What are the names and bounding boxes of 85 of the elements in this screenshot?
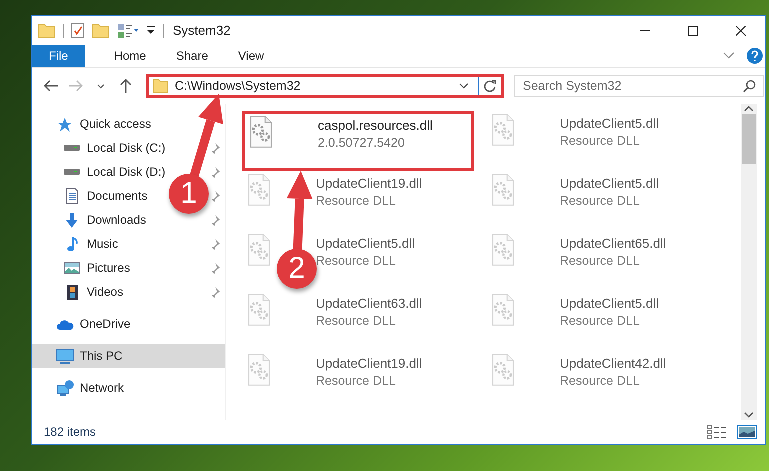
gear-file-icon[interactable] <box>248 294 270 326</box>
address-path: C:\Windows\System32 <box>175 79 302 93</box>
nav-item[interactable]: Quick access <box>80 117 152 131</box>
gear-file-icon[interactable] <box>492 294 514 326</box>
scrollbar[interactable] <box>741 104 757 420</box>
close-icon[interactable] <box>736 26 746 36</box>
monitor-icon <box>56 348 74 364</box>
file-detail: Resource DLL <box>560 254 641 268</box>
file-detail: Resource DLL <box>316 374 397 388</box>
file-name[interactable]: UpdateClient5.dll <box>560 116 660 131</box>
gear-file-icon[interactable] <box>248 234 270 266</box>
scrollbar-thumb[interactable] <box>742 114 756 164</box>
nav-item[interactable]: Music <box>87 237 118 251</box>
gear-file-icon[interactable] <box>248 174 270 206</box>
file-name[interactable]: UpdateClient5.dll <box>560 176 660 191</box>
ribbon-tab[interactable]: Home <box>99 45 162 67</box>
file-name[interactable]: UpdateClient19.dll <box>316 176 422 191</box>
dropdown-caret-icon[interactable] <box>146 24 156 36</box>
drive-icon <box>64 145 80 151</box>
nav-item[interactable]: Local Disk (C:) <box>87 141 166 155</box>
refresh-icon[interactable] <box>484 80 496 92</box>
properties-icon[interactable] <box>117 22 139 38</box>
cloud-icon <box>56 318 74 330</box>
forward-icon[interactable] <box>68 78 84 94</box>
ribbon-tab[interactable]: View <box>223 45 280 67</box>
file-detail: Resource DLL <box>316 194 397 208</box>
file-name[interactable]: UpdateClient5.dll <box>560 296 660 311</box>
nav-item[interactable]: Downloads <box>87 213 146 227</box>
folder-icon[interactable] <box>92 22 110 40</box>
gear-file-icon[interactable] <box>248 354 270 386</box>
scroll-up-icon[interactable] <box>744 104 754 114</box>
up-icon[interactable] <box>118 78 134 94</box>
file-detail: Resource DLL <box>560 134 641 148</box>
item-count: 182 items <box>44 425 96 439</box>
nav-item[interactable]: Videos <box>87 285 124 299</box>
step-number-badge: 1 <box>169 174 209 214</box>
file-detail: Resource DLL <box>316 314 397 328</box>
window-title: System32 <box>173 23 231 38</box>
file-name[interactable]: UpdateClient19.dll <box>316 356 422 371</box>
expand-ribbon-icon[interactable] <box>723 52 735 60</box>
folder-icon[interactable] <box>38 22 56 40</box>
network-icon <box>56 380 74 396</box>
nav-item[interactable]: This PC <box>80 349 123 363</box>
folder-icon <box>153 78 169 94</box>
file-detail: 2.0.50727.5420 <box>318 136 406 150</box>
file-detail: Resource DLL <box>560 194 641 208</box>
large-icons-view-icon[interactable] <box>737 424 757 440</box>
nav-item[interactable]: Network <box>80 381 124 395</box>
step-number-badge: 2 <box>277 249 317 289</box>
ribbon-tab[interactable]: Share <box>161 45 224 67</box>
music-note-icon <box>66 236 78 252</box>
nav-item[interactable]: Local Disk (D:) <box>87 165 166 179</box>
gear-file-icon[interactable] <box>492 114 514 146</box>
file-name[interactable]: UpdateClient65.dll <box>560 236 666 251</box>
back-icon[interactable] <box>42 78 58 94</box>
dropdown-caret-icon[interactable] <box>459 83 469 89</box>
down-arrow-icon <box>66 212 78 228</box>
gear-file-icon[interactable] <box>250 116 272 148</box>
document-icon <box>66 188 78 204</box>
drive-icon <box>64 169 80 175</box>
checkmark-document-icon[interactable] <box>71 22 85 38</box>
film-icon <box>66 284 78 300</box>
file-detail: Resource DLL <box>316 254 397 268</box>
nav-item[interactable]: Pictures <box>87 261 130 275</box>
gear-file-icon[interactable] <box>492 234 514 266</box>
file-detail: Resource DLL <box>560 314 641 328</box>
search-icon[interactable] <box>743 80 756 93</box>
scroll-down-icon[interactable] <box>744 410 754 420</box>
address-bar[interactable]: C:\Windows\System32 <box>146 74 504 98</box>
file-name[interactable]: UpdateClient63.dll <box>316 296 422 311</box>
maximize-icon[interactable] <box>688 26 698 36</box>
gear-file-icon[interactable] <box>492 174 514 206</box>
file-name[interactable]: UpdateClient42.dll <box>560 356 666 371</box>
search-field[interactable]: Search System32 <box>514 75 764 97</box>
file-detail: Resource DLL <box>560 374 641 388</box>
picture-icon <box>64 262 80 274</box>
file-name[interactable]: UpdateClient5.dll <box>316 236 416 251</box>
details-view-icon[interactable] <box>707 424 727 440</box>
file-menu-tab[interactable]: File <box>32 45 86 67</box>
nav-item[interactable]: OneDrive <box>80 317 131 331</box>
file-name[interactable]: caspol.resources.dll <box>318 118 433 133</box>
help-icon[interactable] <box>747 48 763 64</box>
gear-file-icon[interactable] <box>492 354 514 386</box>
star-icon <box>57 116 73 132</box>
nav-item[interactable]: Documents <box>87 189 148 203</box>
